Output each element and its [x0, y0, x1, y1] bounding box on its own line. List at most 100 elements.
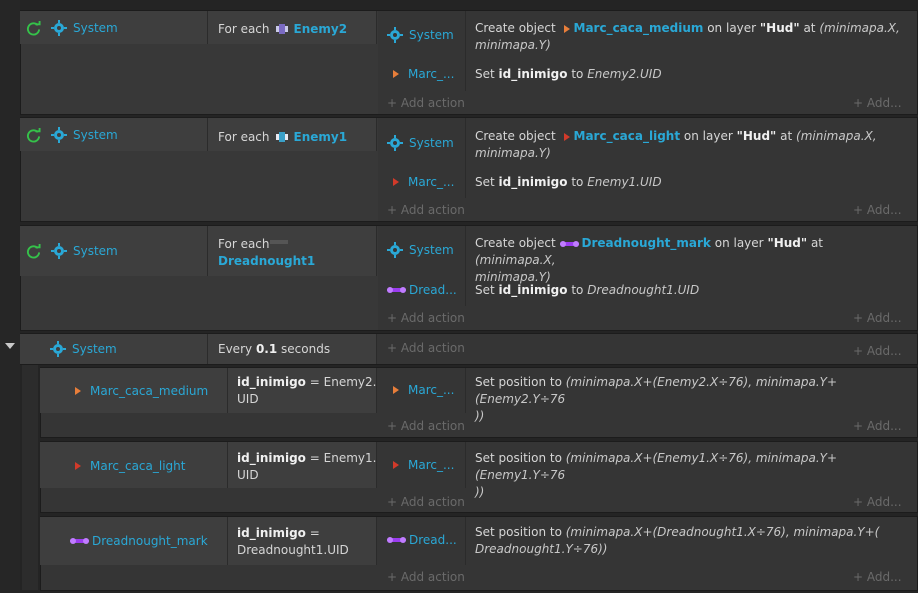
condition-text: = Enemy2. — [309, 375, 377, 389]
add-action-link[interactable]: + Add action — [387, 203, 465, 217]
condition-text: UID — [237, 468, 259, 482]
action-object[interactable]: Marc_... — [408, 458, 454, 472]
add-action-link[interactable]: + Add action — [387, 570, 465, 584]
enemy1-sprite-icon — [275, 132, 288, 142]
condition-text: = Enemy1. — [309, 451, 377, 465]
variable-name: id_inimigo — [237, 451, 306, 465]
condition-text: Dreadnought1.UID — [237, 543, 349, 557]
loop-icon — [26, 20, 41, 35]
action-set-position[interactable]: Set position to (minimapa.X+(Enemy2.X÷76… — [475, 374, 910, 425]
marc-light-icon — [563, 132, 570, 141]
add-more-link[interactable]: + Add... — [853, 419, 902, 433]
variable-name: id_inimigo — [498, 175, 568, 189]
position-expr: (minimapa.X, — [819, 21, 900, 35]
add-action-link[interactable]: + Add action — [387, 311, 465, 325]
action-text: Set position to — [475, 375, 562, 389]
position-expr: (minimapa.X, — [796, 129, 877, 143]
variable-name: id_inimigo — [237, 375, 306, 389]
action-text: Set — [475, 175, 495, 189]
variable-value: Dreadnought1.UID — [587, 283, 700, 297]
gear-icon — [50, 341, 66, 357]
action-object[interactable]: Marc_... — [408, 383, 454, 397]
action-object[interactable]: System — [409, 28, 454, 42]
marc-medium-icon — [393, 386, 399, 394]
action-object-name: Dreadnought_mark — [581, 236, 711, 250]
marc-light-icon — [393, 178, 399, 186]
condition-object: System — [73, 21, 118, 35]
action-text: Create object — [475, 21, 556, 35]
condition-compare[interactable]: id_inimigo = Enemy2. UID — [237, 374, 376, 408]
action-object[interactable]: Dread... — [409, 533, 457, 547]
action-create-object[interactable]: Create object Marc_caca_medium on layer … — [475, 20, 905, 54]
action-divider — [465, 226, 466, 306]
action-set-position[interactable]: Set position to (minimapa.X+(Dreadnought… — [475, 524, 910, 558]
gear-icon — [387, 135, 403, 151]
position-expr: )) — [475, 409, 485, 423]
action-object[interactable]: System — [409, 136, 454, 150]
dreadnought-mark-icon — [70, 538, 89, 544]
action-set-variable[interactable]: Set id_inimigo to Dreadnought1.UID — [475, 275, 699, 305]
loop-icon — [26, 243, 41, 258]
condition-object: System — [73, 244, 118, 258]
variable-value: Enemy2.UID — [587, 67, 662, 81]
add-action-link[interactable]: + Add action — [387, 96, 465, 110]
position-expr: (minimapa.X+(Dreadnought1.X÷76), minimap… — [565, 525, 880, 539]
action-object[interactable]: Marc_... — [408, 175, 454, 189]
interval-value: 0.1 — [255, 342, 278, 356]
gear-icon — [51, 243, 67, 259]
add-more-link[interactable]: + Add... — [853, 495, 902, 509]
interval-unit: seconds — [281, 342, 331, 356]
action-set-variable[interactable]: Set id_inimigo to Enemy1.UID — [475, 167, 662, 197]
add-more-link[interactable]: + Add... — [853, 96, 902, 110]
action-text: on layer — [683, 129, 733, 143]
action-set-variable[interactable]: Set id_inimigo to Enemy2.UID — [475, 59, 662, 89]
position-expr: minimapa.Y) — [475, 38, 551, 52]
action-object[interactable]: System — [409, 243, 454, 257]
condition-text: = — [309, 526, 320, 540]
condition-object: System — [72, 342, 117, 356]
marc-light-icon — [393, 461, 399, 469]
gear-icon — [387, 27, 403, 43]
marc-medium-icon — [75, 387, 81, 395]
variable-name: id_inimigo — [498, 67, 568, 81]
action-set-position[interactable]: Set position to (minimapa.X+(Enemy1.X÷76… — [475, 450, 910, 501]
action-divider — [465, 11, 466, 91]
condition-target: Dreadnought1 — [218, 254, 316, 268]
action-divider — [465, 517, 466, 565]
action-object[interactable]: Marc_... — [408, 67, 454, 81]
action-text: Set — [475, 283, 495, 297]
gear-icon — [51, 20, 67, 36]
condition-text: For each — [218, 130, 270, 144]
action-divider — [465, 442, 466, 488]
variable-name: id_inimigo — [498, 283, 568, 297]
loop-icon — [26, 127, 41, 142]
action-create-object[interactable]: Create object Marc_caca_light on layer "… — [475, 128, 905, 162]
layer-name: "Hud" — [767, 236, 808, 250]
action-text: Set position to — [475, 451, 562, 465]
action-text: Create object — [475, 236, 556, 250]
add-more-link[interactable]: + Add... — [853, 311, 902, 325]
add-more-link[interactable]: + Add... — [853, 203, 902, 217]
variable-name: id_inimigo — [237, 526, 306, 540]
marc-light-icon — [75, 462, 81, 470]
add-action-link[interactable]: + Add action — [387, 341, 465, 355]
dreadnought-mark-icon — [387, 537, 406, 543]
layer-name: "Hud" — [759, 21, 800, 35]
cond-divider — [207, 118, 208, 151]
condition-text: For each — [218, 237, 270, 251]
collapse-arrow-icon[interactable] — [5, 343, 15, 349]
add-more-link[interactable]: + Add... — [853, 570, 902, 584]
condition-object: Marc_caca_medium — [90, 384, 209, 398]
action-object-name: Marc_caca_light — [573, 129, 681, 143]
condition-text: Every — [218, 342, 253, 356]
condition-object: Marc_caca_light — [90, 459, 186, 473]
condition-compare[interactable]: id_inimigo = Dreadnought1.UID — [237, 525, 349, 559]
add-action-link[interactable]: + Add action — [387, 419, 465, 433]
cond-divider — [227, 368, 228, 413]
action-text: to — [571, 67, 584, 81]
add-more-link[interactable]: + Add... — [853, 344, 902, 358]
marc-medium-icon — [393, 70, 399, 78]
condition-compare[interactable]: id_inimigo = Enemy1. UID — [237, 450, 376, 484]
add-action-link[interactable]: + Add action — [387, 495, 465, 509]
action-object[interactable]: Dread... — [409, 283, 457, 297]
